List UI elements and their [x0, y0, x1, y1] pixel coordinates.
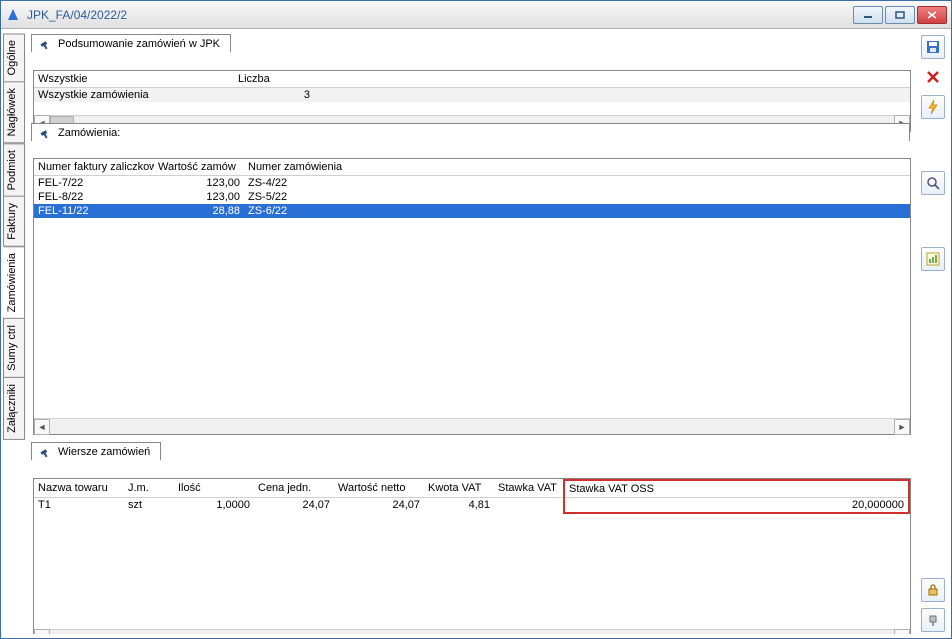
minimize-button[interactable]: [853, 6, 883, 24]
magnifier-icon: [925, 175, 941, 191]
pin-icon: [925, 612, 941, 628]
side-tabs: Ogólne Nagłówek Podmiot Faktury Zamówien…: [3, 33, 25, 634]
table-row[interactable]: FEL-8/22 123,00 ZS-5/22: [34, 190, 910, 204]
orders-panel-title: Zamówienia:: [31, 123, 910, 141]
maximize-button[interactable]: [885, 6, 915, 24]
lines-col-uom[interactable]: J.m.: [124, 480, 174, 498]
summary-col-count[interactable]: Liczba: [234, 71, 314, 88]
orders-col-order[interactable]: Numer zamówienia: [244, 159, 364, 176]
floppy-icon: [925, 39, 941, 55]
save-button[interactable]: [921, 35, 945, 59]
lines-grid[interactable]: Nazwa towaru J.m. Ilość Cena jedn. Warto…: [34, 479, 910, 629]
orders-col-invoice[interactable]: Numer faktury zaliczkow: [34, 159, 154, 176]
lines-title-text: Wiersze zamówień: [58, 446, 150, 458]
pin-icon: [38, 446, 52, 458]
tab-podmiot[interactable]: Podmiot: [3, 143, 25, 197]
summary-title-text: Podsumowanie zamówień w JPK: [58, 38, 220, 50]
orders-grid[interactable]: Numer faktury zaliczkow Wartość zamów Nu…: [34, 159, 910, 418]
lines-col-net[interactable]: Wartość netto: [334, 480, 424, 498]
tab-ogolne[interactable]: Ogólne: [3, 33, 25, 82]
pin-icon: [38, 38, 52, 50]
orders-hscroll[interactable]: ◄ ►: [34, 418, 910, 434]
tab-zalaczniki[interactable]: Załączniki: [3, 377, 25, 440]
lines-col-vatrate[interactable]: Stawka VAT: [494, 480, 564, 498]
summary-panel-title: Podsumowanie zamówień w JPK: [31, 34, 231, 52]
scroll-left-icon[interactable]: ◄: [34, 419, 50, 435]
lock-button[interactable]: [921, 578, 945, 602]
chart-icon: [925, 251, 941, 267]
lines-col-qty[interactable]: Ilość: [174, 480, 254, 498]
orders-title-text: Zamówienia:: [58, 127, 120, 139]
lines-col-vatoss[interactable]: Stawka VAT OSS: [564, 480, 909, 498]
window-title: JPK_FA/04/2022/2: [27, 8, 127, 22]
right-toolbar: [919, 33, 947, 634]
lines-hscroll[interactable]: ◄ ►: [34, 629, 910, 635]
tab-naglowek[interactable]: Nagłówek: [3, 81, 25, 143]
scroll-right-icon[interactable]: ►: [894, 629, 910, 634]
summary-grid[interactable]: Wszystkie Liczba Wszystkie zamówienia 3: [34, 71, 910, 115]
bolt-icon: [925, 99, 941, 115]
delete-button[interactable]: [921, 65, 945, 89]
orders-col-value[interactable]: Wartość zamów: [154, 159, 244, 176]
table-row[interactable]: FEL-11/22 28,88 ZS-6/22: [34, 204, 910, 218]
tab-faktury[interactable]: Faktury: [3, 196, 25, 247]
misc-button[interactable]: [921, 608, 945, 632]
app-icon: [5, 7, 21, 23]
table-row[interactable]: FEL-7/22 123,00 ZS-4/22: [34, 176, 910, 191]
scroll-left-icon[interactable]: ◄: [34, 629, 50, 634]
titlebar: JPK_FA/04/2022/2: [1, 1, 951, 29]
tab-zamowienia[interactable]: Zamówienia: [3, 246, 25, 319]
scroll-right-icon[interactable]: ►: [894, 419, 910, 435]
lines-col-name[interactable]: Nazwa towaru: [34, 480, 124, 498]
action-button[interactable]: [921, 95, 945, 119]
x-icon: [925, 69, 941, 85]
lines-col-vatamt[interactable]: Kwota VAT: [424, 480, 494, 498]
lines-col-price[interactable]: Cena jedn.: [254, 480, 334, 498]
tab-sumy-ctrl[interactable]: Sumy ctrl: [3, 318, 25, 378]
pin-icon: [38, 127, 52, 139]
preview-button[interactable]: [921, 171, 945, 195]
chart-button[interactable]: [921, 247, 945, 271]
table-row[interactable]: T1 szt 1,0000 24,07 24,07 4,81 20,000000: [34, 497, 909, 513]
lines-panel-title: Wiersze zamówień: [31, 442, 161, 460]
summary-col-name[interactable]: Wszystkie: [34, 71, 234, 88]
app-window: JPK_FA/04/2022/2 Ogólne Nagłówek Podmiot…: [0, 0, 952, 639]
close-button[interactable]: [917, 6, 947, 24]
table-row[interactable]: Wszystkie zamówienia 3: [34, 87, 910, 102]
main-content: Podsumowanie zamówień w JPK Wszystkie Li…: [29, 33, 915, 634]
lock-icon: [925, 582, 941, 598]
